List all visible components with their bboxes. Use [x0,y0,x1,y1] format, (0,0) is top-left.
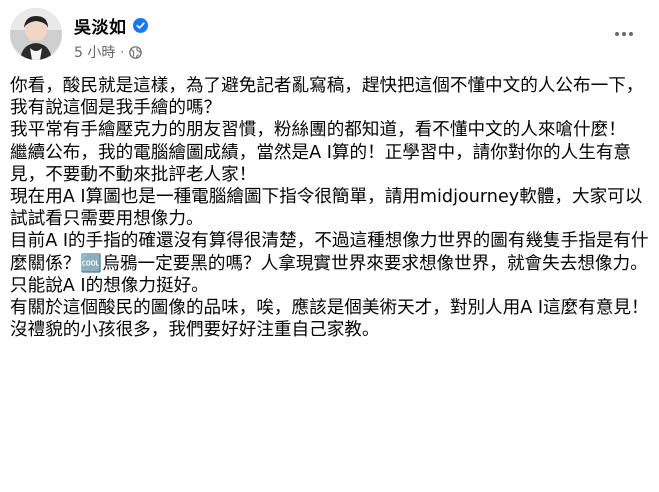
post-paragraph: 有關於這個酸民的圖像的品味，唉，應該是個美術天才，對別人用A I這麼有意見！ [10,298,649,319]
post-paragraph: 只能說A I的想像力挺好。 [10,275,209,296]
meta-separator: · [120,45,125,59]
avatar-photo [10,8,62,60]
post-body: 你看，酸民就是這樣，為了避免記者亂寫稿，趕快把這個不懂中文的人公布一下，我有說這… [10,75,650,341]
post-header: 吳淡如 5 小時 · [10,8,650,64]
post-paragraph: 我平常有手繪壓克力的朋友習慣，粉絲團的都知道，看不懂中文的人來嗆什麼！ [10,120,626,141]
author-row: 吳淡如 [74,13,148,38]
dot-icon [622,32,626,36]
post-meta: 5 小時 · [74,42,142,62]
facebook-post: 吳淡如 5 小時 · 你看，酸民就是這樣，為了避免記者亂寫稿，趕快把這個不懂中文… [0,0,659,492]
avatar[interactable] [10,8,62,60]
dot-icon [629,32,633,36]
author-name[interactable]: 吳淡如 [74,13,127,38]
post-paragraph: 繼續公布，我的電腦繪圖成績，當然是A I算的！正學習中，請你對你的人生有意見，不… [10,142,632,185]
post-paragraph: 沒禮貌的小孩很多，我們要好好注重自己家教。 [10,320,380,341]
post-paragraph: 現在用A I算圖也是一種電腦繪圖下指令很簡單，請用midjourney軟體，大家… [10,187,643,230]
post-paragraph: 目前A I的手指的確還沒有算得很清楚，不過這種想像力世界的圖有幾隻手指是有什麼關… [10,231,649,274]
verified-badge-icon [132,17,148,33]
dot-icon [615,32,619,36]
post-timestamp[interactable]: 5 小時 [74,42,115,62]
post-paragraph: 你看，酸民就是這樣，為了避免記者亂寫稿，趕快把這個不懂中文的人公布一下，我有說這… [10,76,644,119]
globe-icon[interactable] [129,45,142,59]
more-options-icon[interactable] [610,24,638,44]
